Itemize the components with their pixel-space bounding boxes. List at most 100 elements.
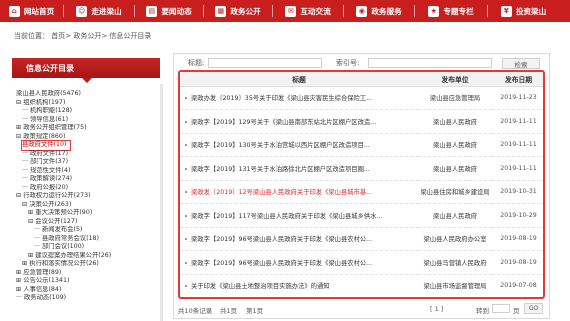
table-row[interactable]: 梁政字【2019】117号梁山县人民政府关于印发《梁山县城乡供水... 梁山县人民…: [180, 203, 543, 228]
tree-item[interactable]: ··· 政务动态(109): [16, 294, 160, 303]
row-title[interactable]: 梁政字【2019】129号关于《梁山县南部东站北片区棚户区改造...: [180, 109, 418, 134]
tree-item[interactable]: ··· 县政府常务会议(18): [34, 235, 160, 244]
pager-total: 共10条记录: [178, 307, 213, 315]
row-dept: 梁山县人民政府: [418, 203, 492, 228]
bullet-icon: [185, 261, 187, 264]
row-title[interactable]: 关于印发《梁山县土地整治项目实施办法》的通知: [180, 274, 418, 297]
row-title[interactable]: 梁政字【2019】96号梁山县人民政府关于印发《梁山县农村公...: [180, 250, 418, 275]
row-dept: 梁山县人民政府: [418, 156, 492, 181]
row-title-text[interactable]: 梁政字【2019】96号梁山县人民政府关于印发《梁山县农村公...: [191, 236, 372, 243]
bullet-icon: [185, 144, 187, 147]
tree-item[interactable]: ⊟ 行政权力运行公开(273): [16, 192, 160, 201]
row-title-text[interactable]: 梁政办发〔2019〕35号关于印发《梁山县灾害民生综合保险工...: [191, 95, 372, 102]
header-title: 标题: [180, 72, 418, 87]
pager-goto-input[interactable]: [492, 304, 510, 313]
row-title[interactable]: 梁政字【2019】96号梁山县人民政府关于印发《梁山县农村公...: [180, 227, 418, 251]
nav-item-4[interactable]: ✉ 互动交流: [273, 0, 343, 22]
tree-item[interactable]: ··· 新闻发布会(5): [34, 226, 160, 235]
service-icon: ◉: [356, 5, 368, 17]
table-row[interactable]: 梁政发〔2019〕12号梁山县人民政府关于印发《梁山县城市基... 梁山县住房和城…: [180, 180, 543, 204]
row-dept: 梁山县马营镇人民政府: [418, 250, 492, 275]
news-icon: ▤: [146, 5, 158, 17]
tree-item[interactable]: ··· 机构职能(128): [22, 107, 160, 116]
table-row[interactable]: 梁政字【2019】129号关于《梁山县南部东站北片区棚户区改造... 梁山县人民政…: [180, 109, 543, 134]
tree-item[interactable]: ⊞ 建议提案办理结果公开(26): [28, 252, 160, 261]
search-row: 标题: 索引号: 检索: [174, 58, 549, 70]
tree-item[interactable]: ⊞ 政务公开组织管理(75): [16, 124, 160, 133]
tree-item[interactable]: ⊟ 会议公开(127): [28, 218, 160, 227]
row-dept: 梁山县住房和城乡建设局: [418, 180, 492, 204]
row-title[interactable]: 梁政字【2019】131号关于水泊路徐北片区棚户区改造项目圈...: [180, 156, 418, 181]
nav-item-2[interactable]: ▤ 要闻动态: [135, 0, 203, 22]
row-date: 2019-07-08: [492, 274, 543, 297]
nav-item-0[interactable]: ⌂ 网站首页: [0, 0, 63, 22]
bullet-icon: [185, 191, 187, 194]
tree-item[interactable]: ⊞ 人事信息(84): [16, 286, 160, 295]
row-date: 2019-11-23: [492, 86, 543, 110]
tree-item[interactable]: ··· 政府文件(17): [22, 150, 160, 159]
row-title[interactable]: 梁政发〔2019〕12号梁山县人民政府关于印发《梁山县城市基...: [180, 180, 418, 204]
tree-item[interactable]: ⊟ 政策规定(860): [16, 133, 160, 142]
tree-item[interactable]: ⊞ 公告公示(1341): [16, 277, 160, 286]
sidebar-scrollbar[interactable]: [160, 84, 163, 321]
row-title[interactable]: 梁山县人民政府关于印发《梁山县城市基础设施配套费征收使用管理...: [180, 298, 418, 300]
table-row[interactable]: 梁政字【2019】131号关于水泊路徐北片区棚户区改造项目圈... 梁山县人民政府…: [180, 156, 543, 181]
table-row[interactable]: 梁政办发〔2019〕35号关于印发《梁山县灾害民生综合保险工... 梁山县应急管理…: [180, 86, 543, 110]
row-title-text[interactable]: 关于印发《梁山县土地整治项目实施办法》的通知: [191, 283, 330, 290]
document-table: 标题 发布单位 发布日期 梁政办发〔2019〕35号关于印发《梁山县灾害民生综合…: [180, 72, 545, 300]
nav-item-7[interactable]: ¥ 投资梁山: [488, 0, 559, 22]
row-title[interactable]: 梁政字【2019】117号梁山县人民政府关于印发《梁山县城乡供水...: [180, 203, 418, 228]
tree-item[interactable]: 梁山县人民政府(5476): [16, 90, 160, 99]
tree-item[interactable]: ⊟ 组织机构(197): [16, 99, 160, 108]
row-title-text[interactable]: 梁政字【2019】117号梁山县人民政府关于印发《梁山县城乡供水...: [191, 213, 382, 220]
tree-item[interactable]: ⊞ 重大决策预公开(90): [28, 209, 160, 218]
table-row[interactable]: 梁政字【2019】96号梁山县人民政府关于印发《梁山县农村公... 梁山县人民政府…: [180, 227, 543, 251]
row-title[interactable]: 梁政办发〔2019〕35号关于印发《梁山县灾害民生综合保险工...: [180, 86, 418, 110]
search-button[interactable]: 检索: [502, 58, 540, 69]
tree-item[interactable]: ⊟ 决策公开(263): [22, 201, 160, 210]
row-dept: 梁山县人民政府: [418, 133, 492, 157]
tree-item[interactable]: ··· 政策解读(274): [22, 175, 160, 184]
nav-item-6[interactable]: ★ 专题专栏: [415, 0, 487, 22]
nav-item-5[interactable]: ◉ 政务服务: [344, 0, 414, 22]
pager-pages: 共1页: [220, 307, 238, 315]
row-title-text[interactable]: 梁政字【2019】131号关于水泊路徐北片区棚户区改造项目圈...: [191, 166, 370, 173]
row-date: 2019-06-28: [492, 298, 545, 300]
table-row[interactable]: 梁政字【2019】130号关于水泊宫城以西片区棚户区改造项目... 梁山县人民政府…: [180, 133, 543, 157]
row-date: 2019-10-29: [492, 203, 543, 228]
row-title-text[interactable]: 梁政字【2019】96号梁山县人民政府关于印发《梁山县农村公...: [191, 260, 372, 267]
table-row[interactable]: 梁山县人民政府关于印发《梁山县城市基础设施配套费征收使用管理...梁山县住房和城…: [180, 298, 545, 300]
tree-item[interactable]: ⊞ 应急管理(89): [16, 269, 160, 278]
table-row[interactable]: 关于印发《梁山县土地整治项目实施办法》的通知 梁山县市场监督管理局 2019-07-…: [180, 274, 543, 297]
docno-search-input[interactable]: [368, 58, 492, 68]
nav-item-label: 专题专栏: [443, 6, 474, 16]
tree-item[interactable]: ··· 领导信息(61): [22, 116, 160, 125]
pager-indicator[interactable]: [ 1 ]: [430, 305, 443, 313]
pager-go-button[interactable]: GO: [524, 303, 543, 314]
main-panel: 标题: 索引号: 检索 标题 发布单位 发布日期 梁政办发〔2019〕35号关于…: [173, 53, 550, 319]
tree-item[interactable]: ··· 部门文件(37): [22, 158, 160, 167]
pager-current: 第1页: [246, 307, 264, 315]
nav-item-3[interactable]: ▦ 政务公开: [204, 0, 272, 22]
people-icon: ☺: [76, 5, 88, 17]
tree-item[interactable]: ··· 部门会议(100): [34, 243, 160, 252]
nav-item-label: 网站首页: [23, 6, 55, 16]
header-date: 发布日期: [492, 72, 543, 87]
tree-item[interactable]: ··· 政府公报(20): [22, 184, 160, 193]
row-title-text[interactable]: 梁政发〔2019〕12号梁山县人民政府关于印发《梁山县城市基...: [191, 189, 372, 196]
row-date: 2019-08-19: [492, 250, 543, 275]
row-title[interactable]: 梁政字【2019】130号关于水泊宫城以西片区棚户区改造项目...: [180, 133, 418, 157]
breadcrumb: 当前位置： 首页> 政务公开> 信息公开目录: [14, 32, 152, 40]
invest-icon: ¥: [500, 5, 512, 17]
title-search-input[interactable]: [208, 58, 322, 68]
tree-item[interactable]: ⊞ 执行和落实情况公开(26): [22, 260, 160, 269]
bullet-icon: [185, 285, 187, 288]
row-dept: 梁山县应急管理局: [418, 86, 492, 110]
tree-item-active[interactable]: 县政府文件(10): [20, 140, 72, 151]
row-title-text[interactable]: 梁政字【2019】130号关于水泊宫城以西片区棚户区改造项目...: [191, 142, 370, 149]
table-row[interactable]: 梁政字【2019】96号梁山县人民政府关于印发《梁山县农村公... 梁山县马营镇人…: [180, 250, 543, 275]
row-title-text[interactable]: 梁政字【2019】129号关于《梁山县南部东站北片区棚户区改造...: [191, 119, 376, 126]
nav-item-1[interactable]: ☺ 走进梁山: [64, 0, 134, 22]
tree-item[interactable]: ··· 规范性文件(4): [22, 167, 160, 176]
chat-icon: ✉: [285, 5, 297, 17]
